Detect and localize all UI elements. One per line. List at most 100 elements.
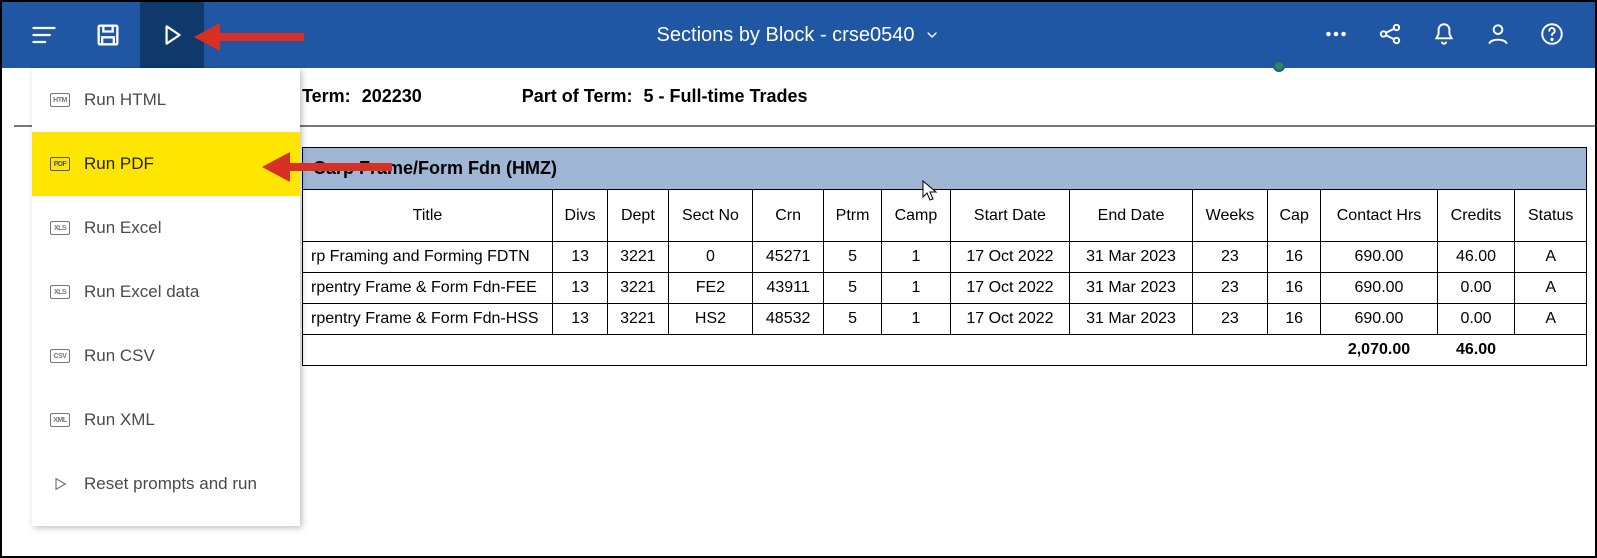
table-cell: 23: [1192, 242, 1267, 273]
chevron-down-icon: [924, 27, 940, 43]
table-cell: 690.00: [1321, 304, 1437, 335]
play-outline-icon: [50, 474, 70, 494]
bell-icon: [1431, 21, 1457, 47]
menu-icon: [30, 21, 58, 49]
menu-toggle-button[interactable]: [12, 2, 76, 68]
share-button[interactable]: [1377, 21, 1403, 50]
col-crn: Crn: [753, 190, 824, 242]
table-cell: 5: [823, 304, 881, 335]
table-cell: 13: [553, 304, 608, 335]
table-cell: 45271: [753, 242, 824, 273]
table-cell: 1: [882, 242, 950, 273]
table-cell: 31 Mar 2023: [1070, 304, 1193, 335]
run-csv-item[interactable]: CSV Run CSV: [32, 324, 300, 388]
table-totals-row: 2,070.0046.00: [303, 335, 1587, 366]
table-cell: 690.00: [1321, 273, 1437, 304]
user-button[interactable]: [1485, 21, 1511, 50]
col-contact: Contact Hrs: [1321, 190, 1437, 242]
help-button[interactable]: [1539, 21, 1565, 50]
pot-label: Part of Term:: [522, 86, 633, 106]
table-cell: 5: [823, 273, 881, 304]
table-cell: rp Framing and Forming FDTN: [303, 242, 553, 273]
table-row: rpentry Frame & Form Fdn-FEE133221FE2439…: [303, 273, 1587, 304]
block-title-bar: Carp Frame/Form Fdn (HMZ): [302, 147, 1587, 189]
col-end: End Date: [1070, 190, 1193, 242]
pdf-format-icon: PDF: [50, 154, 70, 174]
menu-label: Reset prompts and run: [84, 474, 257, 494]
table-cell: 16: [1268, 242, 1321, 273]
col-cap: Cap: [1268, 190, 1321, 242]
table-cell: A: [1515, 304, 1587, 335]
table-cell: 23: [1192, 273, 1267, 304]
run-pdf-item[interactable]: PDF Run PDF: [32, 132, 300, 196]
menu-label: Run CSV: [84, 346, 155, 366]
total-contact: 2,070.00: [1321, 335, 1437, 366]
col-start: Start Date: [950, 190, 1070, 242]
menu-label: Run Excel: [84, 218, 161, 238]
arrow-annotation-run: [194, 20, 304, 54]
reset-prompts-item[interactable]: Reset prompts and run: [32, 452, 300, 516]
page-title: Sections by Block - crse0540: [657, 24, 915, 47]
table-cell: 31 Mar 2023: [1070, 242, 1193, 273]
menu-label: Run HTML: [84, 90, 166, 110]
csv-format-icon: CSV: [50, 346, 70, 366]
xml-format-icon: XML: [50, 410, 70, 430]
save-button[interactable]: [76, 2, 140, 68]
table-cell: 3221: [608, 273, 668, 304]
table-cell: rpentry Frame & Form Fdn-FEE: [303, 273, 553, 304]
table-cell: rpentry Frame & Form Fdn-HSS: [303, 304, 553, 335]
term-label: Term:: [302, 86, 351, 106]
total-credits: 46.00: [1437, 335, 1515, 366]
toolbar-right-group: [1323, 21, 1585, 50]
pot-value: 5 - Full-time Trades: [643, 86, 807, 106]
table-cell: 17 Oct 2022: [950, 304, 1070, 335]
table-cell: 43911: [753, 273, 824, 304]
table-cell: 17 Oct 2022: [950, 273, 1070, 304]
menu-label: Run Excel data: [84, 282, 199, 302]
col-dept: Dept: [608, 190, 668, 242]
run-xml-item[interactable]: XML Run XML: [32, 388, 300, 452]
toolbar-left-group: [12, 2, 204, 68]
run-excel-item[interactable]: XLS Run Excel: [32, 196, 300, 260]
table-cell: 13: [553, 273, 608, 304]
term-group: Term: 202230: [302, 86, 422, 107]
col-credits: Credits: [1437, 190, 1515, 242]
table-cell: 48532: [753, 304, 824, 335]
xls-format-icon: XLS: [50, 218, 70, 238]
run-excel-data-item[interactable]: XLS Run Excel data: [32, 260, 300, 324]
html-format-icon: HTM: [50, 90, 70, 110]
notifications-button[interactable]: [1431, 21, 1457, 50]
more-horizontal-icon: [1323, 21, 1349, 47]
col-camp: Camp: [882, 190, 950, 242]
col-ptrm: Ptrm: [823, 190, 881, 242]
part-of-term-group: Part of Term: 5 - Full-time Trades: [522, 86, 808, 107]
page-title-group[interactable]: Sections by Block - crse0540: [657, 24, 941, 47]
col-status: Status: [1515, 190, 1587, 242]
table-row: rpentry Frame & Form Fdn-HSS133221HS2485…: [303, 304, 1587, 335]
user-icon: [1485, 21, 1511, 47]
table-cell: 1: [882, 304, 950, 335]
table-cell: 3221: [608, 304, 668, 335]
table-cell: A: [1515, 242, 1587, 273]
table-cell: FE2: [668, 273, 753, 304]
run-html-item[interactable]: HTM Run HTML: [32, 68, 300, 132]
col-title: Title: [303, 190, 553, 242]
table-cell: 0.00: [1437, 304, 1515, 335]
table-cell: A: [1515, 273, 1587, 304]
table-cell: 16: [1268, 304, 1321, 335]
table-cell: HS2: [668, 304, 753, 335]
menu-label: Run PDF: [84, 154, 154, 174]
table-cell: 16: [1268, 273, 1321, 304]
table-cell: 690.00: [1321, 242, 1437, 273]
help-icon: [1539, 21, 1565, 47]
table-header-row: Title Divs Dept Sect No Crn Ptrm Camp St…: [303, 190, 1587, 242]
more-button[interactable]: [1323, 21, 1349, 50]
share-icon: [1377, 21, 1403, 47]
table-cell: 1: [882, 273, 950, 304]
col-weeks: Weeks: [1192, 190, 1267, 242]
table-row: rp Framing and Forming FDTN1332210452715…: [303, 242, 1587, 273]
table-cell: 17 Oct 2022: [950, 242, 1070, 273]
table-cell: 13: [553, 242, 608, 273]
table-cell: 0.00: [1437, 273, 1515, 304]
xls-format-icon: XLS: [50, 282, 70, 302]
